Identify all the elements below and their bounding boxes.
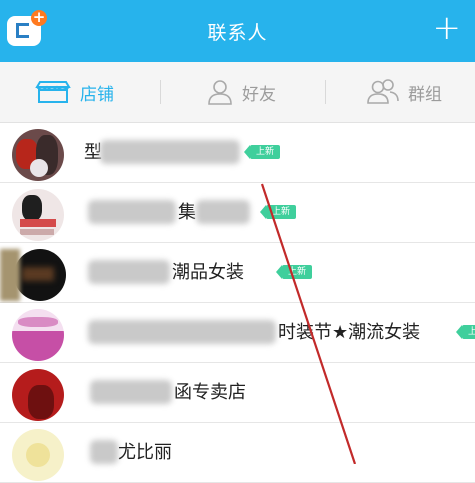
store-icon xyxy=(35,81,71,103)
avatar xyxy=(12,189,64,241)
add-contact-button[interactable]: + xyxy=(433,11,462,45)
redacted-text xyxy=(90,440,118,464)
top-bar: + 联系人 + xyxy=(0,0,475,62)
redacted-text xyxy=(88,200,176,224)
redacted-text xyxy=(196,200,250,224)
tab-friends[interactable]: 好友 xyxy=(206,62,276,122)
page-title: 联系人 xyxy=(207,22,268,44)
contact-row[interactable]: 函专卖店 xyxy=(0,363,475,423)
contact-row[interactable]: 时装节★潮流女装 上新 xyxy=(0,303,475,363)
tab-bar: 店铺 好友 群组 xyxy=(0,62,475,123)
redacted-text xyxy=(90,380,172,404)
avatar xyxy=(12,309,64,361)
tab-groups-label: 群组 xyxy=(408,84,442,105)
contact-row[interactable]: 潮品女装 上新 xyxy=(0,243,475,303)
tab-divider xyxy=(325,80,326,104)
tab-friends-label: 好友 xyxy=(242,84,276,105)
group-icon xyxy=(367,79,399,104)
tab-store-label: 店铺 xyxy=(80,84,114,105)
contact-name: 集 xyxy=(178,202,196,223)
contact-name: 尤比丽 xyxy=(118,442,172,463)
contact-row[interactable]: 尤比丽 xyxy=(0,423,475,483)
contact-name: 函专卖店 xyxy=(174,382,246,403)
contact-row[interactable]: 型 上新 xyxy=(0,123,475,183)
tab-store[interactable]: 店铺 xyxy=(34,62,114,122)
avatar xyxy=(12,129,64,181)
redacted-text xyxy=(88,320,276,344)
redacted-text xyxy=(88,260,170,284)
contact-name: 潮品女装 xyxy=(172,262,244,283)
new-arrival-tag: 上新 xyxy=(259,205,297,219)
contact-row[interactable]: 集 上新 xyxy=(0,183,475,243)
avatar xyxy=(12,369,64,421)
redacted-text xyxy=(100,140,240,164)
new-arrival-tag: 上新 xyxy=(275,265,313,279)
person-icon xyxy=(208,80,232,105)
avatar xyxy=(14,249,66,301)
new-arrival-tag: 上新 xyxy=(455,325,475,351)
new-arrival-tag: 上新 xyxy=(243,145,281,159)
avatar-edge xyxy=(0,249,20,301)
tab-divider xyxy=(160,80,161,104)
avatar xyxy=(12,429,64,481)
tab-groups[interactable]: 群组 xyxy=(366,62,442,122)
contact-name: 时装节★潮流女装 xyxy=(278,322,421,343)
